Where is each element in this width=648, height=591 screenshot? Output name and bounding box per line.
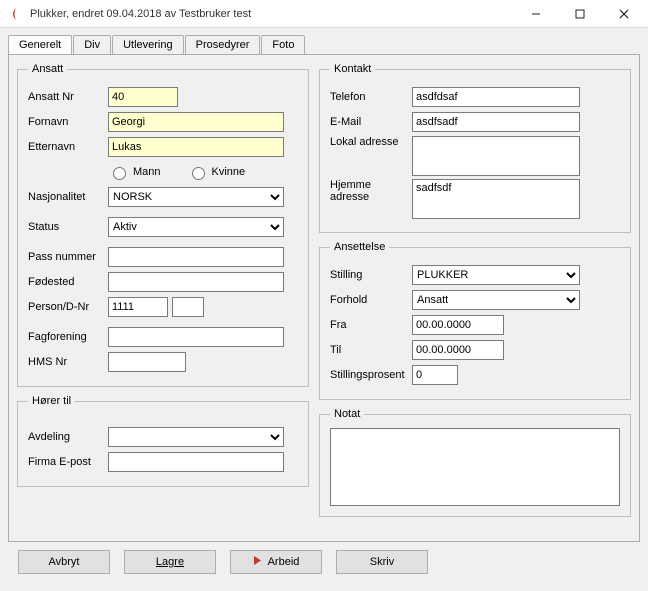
- label-status: Status: [28, 221, 108, 233]
- etternavn-input[interactable]: [108, 137, 284, 157]
- radio-kvinne[interactable]: Kvinne: [187, 164, 246, 180]
- label-persondnr: Person/D-Nr: [28, 301, 108, 313]
- group-horertil: Hører til Avdeling Firma E-post: [17, 395, 309, 487]
- notat-input[interactable]: [330, 428, 620, 506]
- label-til: Til: [330, 344, 412, 356]
- label-avdeling: Avdeling: [28, 431, 108, 443]
- tab-prosedyrer[interactable]: Prosedyrer: [185, 35, 261, 55]
- lokaladresse-input[interactable]: [412, 136, 580, 176]
- stillingprosent-input[interactable]: [412, 365, 458, 385]
- minimize-button[interactable]: [514, 0, 558, 27]
- tab-div[interactable]: Div: [73, 35, 111, 55]
- label-fra: Fra: [330, 319, 412, 331]
- email-input[interactable]: [412, 112, 580, 132]
- maximize-button[interactable]: [558, 0, 602, 27]
- fra-input[interactable]: [412, 315, 504, 335]
- nasjonalitet-select[interactable]: NORSK: [108, 187, 284, 207]
- app-icon: [8, 6, 24, 22]
- button-bar: Avbryt Lagre Arbeid Skriv: [8, 542, 640, 582]
- label-etternavn: Etternavn: [28, 141, 108, 153]
- lagre-button[interactable]: Lagre: [124, 550, 216, 574]
- til-input[interactable]: [412, 340, 504, 360]
- label-telefon: Telefon: [330, 91, 412, 103]
- persondnr-input[interactable]: [108, 297, 168, 317]
- legend-ansatt: Ansatt: [28, 63, 67, 75]
- titlebar: Plukker, endret 09.04.2018 av Testbruker…: [0, 0, 648, 28]
- label-stillingprosent: Stillingsprosent: [330, 369, 412, 381]
- status-select[interactable]: Aktiv: [108, 217, 284, 237]
- label-hmsnr: HMS Nr: [28, 356, 108, 368]
- fornavn-input[interactable]: [108, 112, 284, 132]
- firmaepost-input[interactable]: [108, 452, 284, 472]
- label-passnummer: Pass nummer: [28, 251, 108, 263]
- tab-page-generelt: Ansatt Ansatt Nr Fornavn Etternavn: [8, 54, 640, 542]
- window-title: Plukker, endret 09.04.2018 av Testbruker…: [30, 8, 514, 20]
- fagforening-input[interactable]: [108, 327, 284, 347]
- label-firmaepost: Firma E-post: [28, 456, 108, 468]
- group-ansatt: Ansatt Ansatt Nr Fornavn Etternavn: [17, 63, 309, 387]
- label-forhold: Forhold: [330, 294, 412, 306]
- legend-kontakt: Kontakt: [330, 63, 375, 75]
- legend-ansettelse: Ansettelse: [330, 241, 389, 253]
- label-fornavn: Fornavn: [28, 116, 108, 128]
- label-stilling: Stilling: [330, 269, 412, 281]
- forhold-select[interactable]: Ansatt: [412, 290, 580, 310]
- label-lokaladresse: Lokal adresse: [330, 136, 412, 148]
- label-fagforening: Fagforening: [28, 331, 108, 343]
- label-email: E-Mail: [330, 116, 412, 128]
- tab-utlevering[interactable]: Utlevering: [112, 35, 184, 55]
- ansattnr-input[interactable]: [108, 87, 178, 107]
- avbryt-button[interactable]: Avbryt: [18, 550, 110, 574]
- passnummer-input[interactable]: [108, 247, 284, 267]
- arbeid-button[interactable]: Arbeid: [230, 550, 322, 574]
- group-notat: Notat: [319, 408, 631, 517]
- legend-notat: Notat: [330, 408, 364, 420]
- fodested-input[interactable]: [108, 272, 284, 292]
- skriv-button[interactable]: Skriv: [336, 550, 428, 574]
- group-ansettelse: Ansettelse Stilling PLUKKER Forhold Ansa…: [319, 241, 631, 400]
- label-fodested: Fødested: [28, 276, 108, 288]
- tab-foto[interactable]: Foto: [261, 35, 305, 55]
- label-ansattnr: Ansatt Nr: [28, 91, 108, 103]
- hmsnr-input[interactable]: [108, 352, 186, 372]
- tab-bar: Generelt Div Utlevering Prosedyrer Foto: [8, 34, 640, 54]
- stilling-select[interactable]: PLUKKER: [412, 265, 580, 285]
- label-hjemmeadresse: Hjemme adresse: [330, 179, 412, 203]
- avdeling-select[interactable]: [108, 427, 284, 447]
- persondnr2-input[interactable]: [172, 297, 204, 317]
- group-kontakt: Kontakt Telefon E-Mail Lokal adresse: [319, 63, 631, 233]
- label-nasjonalitet: Nasjonalitet: [28, 191, 108, 203]
- telefon-input[interactable]: [412, 87, 580, 107]
- legend-horertil: Hører til: [28, 395, 75, 407]
- play-icon: [253, 556, 262, 568]
- radio-mann[interactable]: Mann: [108, 164, 161, 180]
- close-button[interactable]: [602, 0, 646, 27]
- hjemmeadresse-input[interactable]: [412, 179, 580, 219]
- tab-generelt[interactable]: Generelt: [8, 35, 72, 55]
